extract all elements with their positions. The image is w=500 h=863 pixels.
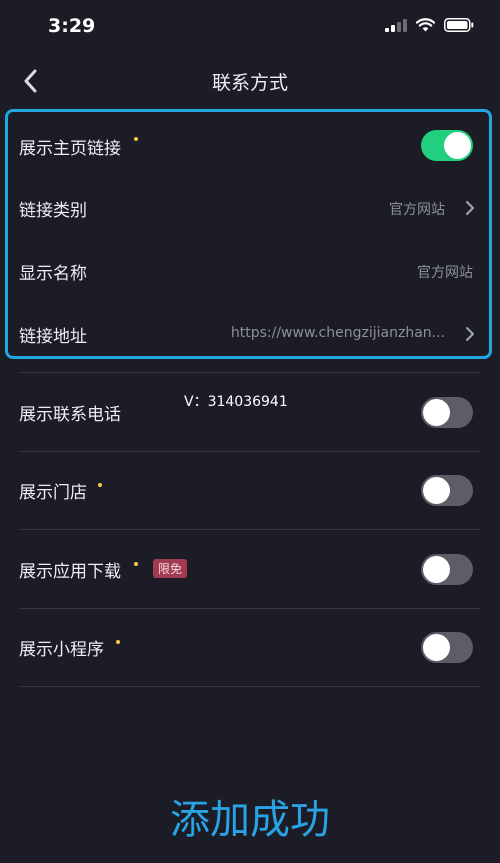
show-phone-toggle[interactable]: [421, 397, 473, 428]
success-message: 添加成功: [170, 797, 330, 843]
chevron-right-icon: [466, 327, 474, 341]
row-link-type[interactable]: 链接类别 官方网站: [19, 186, 481, 230]
show-mini-program-toggle[interactable]: [421, 632, 473, 663]
row-show-mini-program: 展示小程序: [19, 625, 481, 669]
row-label: 链接地址: [19, 327, 87, 347]
overlay-contact-text: V：314036941: [184, 394, 288, 410]
row-label: 展示小程序: [19, 640, 104, 660]
row-show-store: 展示门店: [19, 468, 481, 512]
divider: [19, 529, 481, 530]
status-time: 3:29: [48, 15, 96, 37]
row-label: 展示主页链接: [19, 139, 121, 159]
show-app-download-toggle[interactable]: [421, 554, 473, 585]
row-label: 展示应用下载: [19, 562, 121, 582]
chevron-right-icon: [466, 201, 474, 215]
row-label: 显示名称: [19, 264, 87, 284]
battery-icon: [444, 18, 474, 32]
row-label: 展示门店: [19, 483, 87, 503]
toggle-knob: [423, 634, 450, 661]
toggle-knob: [423, 556, 450, 583]
row-label: 展示联系电话: [19, 405, 121, 425]
show-store-toggle[interactable]: [421, 475, 473, 506]
divider: [19, 372, 481, 373]
link-type-value: 官方网站: [389, 202, 445, 218]
row-show-homepage-link: 展示主页链接: [19, 124, 481, 168]
page-title: 联系方式: [211, 72, 288, 94]
required-dot: [98, 483, 102, 487]
row-show-app-download: 展示应用下载 限免: [19, 547, 481, 591]
toggle-knob: [423, 477, 450, 504]
link-url-value: https://www.chengzijianzhan...: [230, 325, 445, 341]
required-dot: [116, 640, 120, 644]
status-icons: [385, 18, 474, 32]
divider: [19, 608, 481, 609]
nav-bar: 联系方式: [0, 55, 500, 105]
row-label: 链接类别: [19, 201, 87, 221]
cellular-signal-icon: [385, 19, 407, 32]
divider: [19, 686, 481, 687]
row-link-url[interactable]: 链接地址 https://www.chengzijianzhan...: [19, 312, 481, 356]
display-name-value: 官方网站: [417, 265, 473, 281]
free-badge: 限免: [153, 559, 188, 578]
row-display-name: 显示名称 官方网站: [19, 249, 481, 293]
required-dot: [134, 562, 138, 566]
toggle-knob: [423, 399, 450, 426]
divider: [19, 451, 481, 452]
wifi-icon: [416, 18, 435, 32]
required-dot: [134, 137, 138, 141]
status-bar: 3:29: [0, 0, 500, 52]
show-homepage-link-toggle[interactable]: [421, 130, 473, 161]
toggle-knob: [444, 132, 471, 159]
